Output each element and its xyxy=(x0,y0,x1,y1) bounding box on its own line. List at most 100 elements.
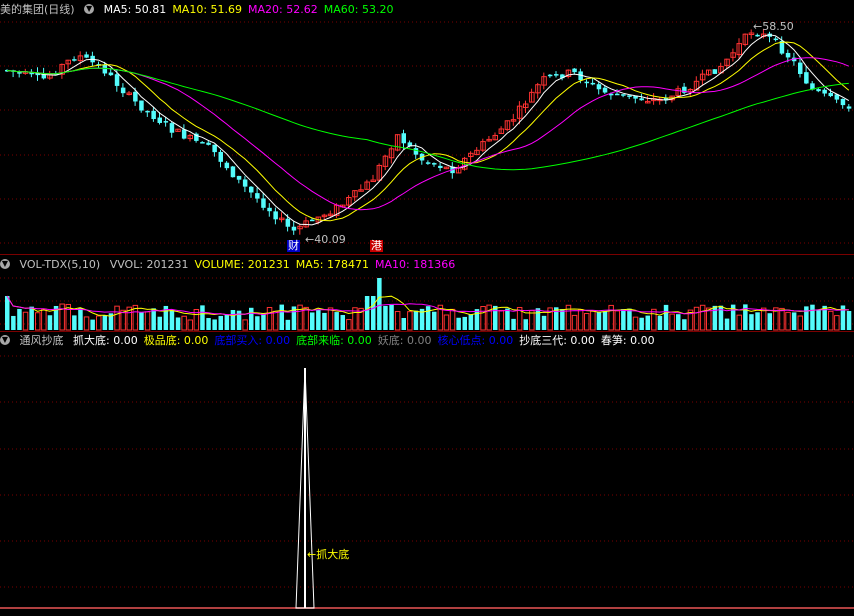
volume-bar xyxy=(493,305,498,330)
candle-body xyxy=(273,211,278,220)
candle-body xyxy=(816,89,821,92)
volume-bar xyxy=(17,308,22,330)
candle-body xyxy=(200,142,205,144)
candle-body xyxy=(206,142,211,145)
volume-bar xyxy=(212,319,217,330)
candle-body xyxy=(639,98,644,101)
candle-body xyxy=(413,148,419,155)
volume-bar xyxy=(828,310,834,331)
volume-bar xyxy=(474,309,480,330)
volume-bar xyxy=(401,317,406,330)
candle-body xyxy=(218,151,223,162)
volume-bar xyxy=(218,315,223,330)
volume-bar xyxy=(187,319,193,331)
volume-bar xyxy=(230,309,236,330)
volume-bar xyxy=(480,306,486,331)
volume-bar xyxy=(279,304,284,330)
volume-bar xyxy=(90,319,95,330)
volume-bar xyxy=(5,296,10,330)
volume-bar xyxy=(590,310,596,331)
volume-bar xyxy=(651,308,657,331)
volume-bar xyxy=(413,310,419,330)
candle-body xyxy=(840,98,846,106)
candle-body xyxy=(828,92,833,97)
candle-body xyxy=(547,74,553,77)
volume-bar xyxy=(577,309,584,331)
volume-bar xyxy=(645,315,650,330)
volume-bar xyxy=(621,309,626,330)
candle-body xyxy=(370,179,376,183)
candle-body xyxy=(627,95,632,97)
volume-bar xyxy=(529,310,535,331)
volume-bar xyxy=(310,312,315,330)
candle-body xyxy=(163,121,169,123)
volume-bar xyxy=(760,307,767,331)
volume-bar xyxy=(102,315,108,330)
candle-body xyxy=(242,179,248,187)
candle-body xyxy=(114,74,120,86)
volume-bar xyxy=(285,319,291,330)
volume-bar xyxy=(334,312,339,330)
volume-bar xyxy=(755,312,760,330)
candle-body xyxy=(169,123,175,133)
volume-bar xyxy=(169,309,175,330)
volume-bar xyxy=(59,303,65,331)
volume-bar xyxy=(571,314,578,331)
candle-body xyxy=(157,117,162,123)
volume-bar xyxy=(364,296,370,330)
candle-body xyxy=(572,68,577,73)
volume-bar xyxy=(797,315,803,331)
candle-body xyxy=(108,72,114,76)
volume-bar xyxy=(449,308,456,331)
volume-bar xyxy=(523,319,528,330)
candle-body xyxy=(584,81,589,84)
high-price-value: 58.50 xyxy=(762,20,794,33)
volume-bar xyxy=(657,315,663,330)
candle-body xyxy=(212,144,217,153)
candle-body xyxy=(139,100,144,111)
volume-bar xyxy=(663,304,669,330)
marker-gang[interactable]: 港 xyxy=(370,240,383,252)
volume-bar xyxy=(749,314,754,330)
candle-body xyxy=(596,84,602,90)
volume-bar xyxy=(602,311,608,330)
candle-body xyxy=(846,106,852,109)
volume-bar xyxy=(425,306,431,330)
volume-bar xyxy=(255,316,260,330)
volume-bar xyxy=(498,309,505,331)
volume-bar xyxy=(632,316,639,331)
marker-cai[interactable]: 财 xyxy=(287,240,300,252)
volume-bar xyxy=(327,307,334,331)
volume-bar xyxy=(443,314,450,331)
volume-bar xyxy=(767,313,772,330)
kline-chart[interactable] xyxy=(0,0,854,616)
candle-body xyxy=(621,94,626,96)
signal-label-text: 抓大底 xyxy=(316,548,350,561)
candle-body xyxy=(432,163,437,165)
volume-bar xyxy=(272,310,279,331)
volume-bar xyxy=(175,317,181,330)
volume-bar xyxy=(151,308,156,330)
candle-body xyxy=(224,162,230,169)
volume-bar xyxy=(779,307,785,331)
candle-body xyxy=(17,72,22,74)
volume-bar xyxy=(206,318,211,330)
candle-body xyxy=(261,198,266,208)
volume-bar xyxy=(682,319,687,330)
volume-bar xyxy=(804,306,809,330)
volume-bar xyxy=(35,312,41,331)
volume-bar xyxy=(316,309,321,330)
ma60-line xyxy=(6,67,849,171)
volume-bar xyxy=(541,315,547,330)
volume-bar xyxy=(83,316,90,331)
candle-body xyxy=(785,52,791,58)
volume-bar xyxy=(41,308,47,331)
candle-body xyxy=(804,72,809,84)
volume-bar xyxy=(639,317,644,330)
volume-bar xyxy=(468,314,474,330)
candle-body xyxy=(84,54,89,58)
candle-body xyxy=(291,226,297,231)
volume-bar xyxy=(144,311,151,331)
volume-bar xyxy=(699,304,706,331)
volume-bar xyxy=(407,311,413,331)
